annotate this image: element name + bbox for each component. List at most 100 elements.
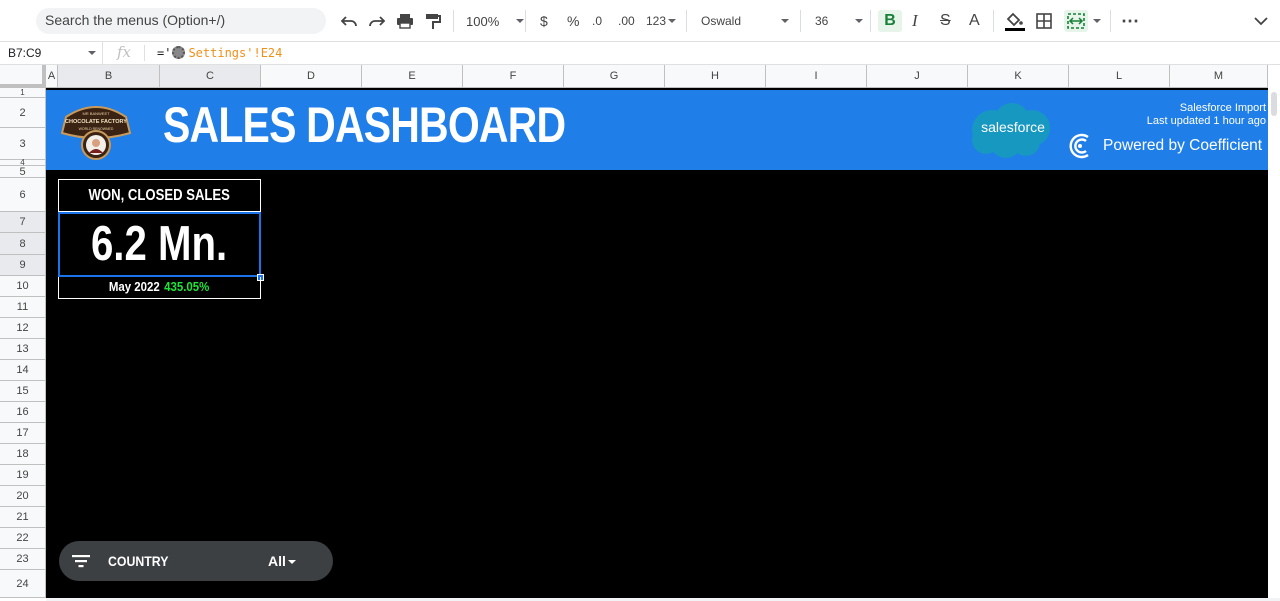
search-menus-input[interactable]: Search the menus (Option+/)	[36, 8, 326, 34]
kpi-value-cell[interactable]: 6.2 Mn.	[58, 212, 261, 277]
toolbar: Search the menus (Option+/) 100% $ % .0 …	[0, 0, 1280, 41]
column-header-e[interactable]: E	[362, 65, 463, 88]
column-header-k[interactable]: K	[968, 65, 1069, 88]
chevron-down-icon	[88, 51, 96, 55]
svg-text:MR BANWEEТ: MR BANWEEТ	[82, 111, 110, 116]
font-size-value: 36	[815, 14, 829, 28]
redo-icon[interactable]	[368, 10, 386, 32]
last-updated-label: Last updated 1 hour ago	[1146, 115, 1266, 127]
filter-value: All	[268, 553, 286, 569]
paint-format-icon[interactable]	[425, 10, 441, 32]
increase-decimal-button[interactable]: .00	[618, 10, 635, 32]
salesforce-logo: salesforce	[972, 103, 1050, 158]
row-header-19[interactable]: 19	[0, 465, 46, 486]
won-closed-sales-card: WON, CLOSED SALES 6.2 Mn. May 2022 435.05…	[58, 179, 264, 299]
row-header-2[interactable]: 2	[0, 98, 46, 128]
kpi-period: May 2022	[109, 279, 161, 294]
row-header-22[interactable]: 22	[0, 528, 46, 549]
row-header-1[interactable]: 1	[0, 88, 46, 98]
kpi-footer: May 2022 435.05%	[58, 277, 261, 299]
row-header-20[interactable]: 20	[0, 486, 46, 507]
formula-prefix: ='	[157, 46, 172, 60]
row-header-16[interactable]: 16	[0, 402, 46, 423]
column-header-i[interactable]: I	[766, 65, 867, 88]
chevron-down-icon	[288, 560, 296, 564]
column-header-f[interactable]: F	[463, 65, 564, 88]
number-format-select[interactable]: 123	[646, 10, 677, 32]
currency-format-button[interactable]: $	[540, 10, 548, 32]
row-header-15[interactable]: 15	[0, 381, 46, 402]
row-header-24[interactable]: 24	[0, 570, 46, 598]
column-header-j[interactable]: J	[867, 65, 968, 88]
formula-input[interactable]: =' Settings'!E24	[157, 46, 282, 60]
number-format-label: 123	[646, 14, 667, 28]
row-header-12[interactable]: 12	[0, 318, 46, 339]
font-family-select[interactable]: Oswald	[701, 10, 790, 32]
more-options-button[interactable]: ⋯	[1121, 10, 1139, 32]
vertical-scrollbar[interactable]	[1268, 88, 1280, 598]
filter-icon	[72, 555, 90, 568]
row-header-23[interactable]: 23	[0, 549, 46, 570]
decrease-decimal-button[interactable]: .0	[592, 10, 602, 32]
row-header-5[interactable]: 5	[0, 166, 46, 178]
dashboard-title: SALES DASHBOARD	[163, 97, 566, 153]
zoom-select[interactable]: 100%	[466, 10, 525, 32]
import-info: Salesforce Import Last updated 1 hour ag…	[1147, 102, 1266, 128]
chevron-down-icon	[781, 19, 790, 23]
column-header-h[interactable]: H	[665, 65, 766, 88]
row-header-13[interactable]: 13	[0, 339, 46, 360]
chevron-down-icon	[1093, 19, 1101, 23]
print-icon[interactable]	[396, 10, 414, 32]
row-header-7[interactable]: 7	[0, 212, 46, 233]
row-header-10[interactable]: 10	[0, 276, 46, 297]
name-box[interactable]: B7:C9	[0, 42, 103, 64]
header-banner: MR BANWEEТ CHOCOLATE FACTORY WORLD RENOW…	[46, 90, 1268, 170]
column-header-g[interactable]: G	[564, 65, 665, 88]
formula-bar: B7:C9 fx =' Settings'!E24	[0, 41, 1280, 65]
row-header-17[interactable]: 17	[0, 423, 46, 444]
paint-bucket-icon	[1005, 12, 1025, 31]
merge-options-dropdown[interactable]	[1093, 10, 1101, 32]
chevron-down-icon	[668, 19, 677, 23]
select-all-corner[interactable]	[0, 65, 46, 88]
fill-color-button[interactable]	[1004, 10, 1026, 32]
zoom-value: 100%	[466, 13, 500, 29]
gear-icon	[172, 46, 186, 59]
row-header-9[interactable]: 9	[0, 255, 46, 276]
italic-button[interactable]: I	[912, 10, 918, 32]
chevron-down-icon	[516, 19, 525, 23]
decrease-decimal-label: .0	[592, 14, 603, 28]
row-header-11[interactable]: 11	[0, 297, 46, 318]
kpi-title-text: WON, CLOSED SALES	[88, 187, 231, 204]
row-header-14[interactable]: 14	[0, 360, 46, 381]
text-color-button[interactable]: A	[969, 10, 980, 32]
svg-text:CHOCOLATE FACTORY: CHOCOLATE FACTORY	[65, 119, 127, 125]
column-header-l[interactable]: L	[1069, 65, 1170, 88]
strikethrough-button[interactable]: S	[940, 10, 951, 32]
merge-cells-icon[interactable]	[1064, 10, 1088, 32]
undo-icon[interactable]	[340, 10, 358, 32]
import-label: Salesforce Import	[1179, 102, 1266, 114]
column-header-m[interactable]: M	[1170, 65, 1268, 88]
column-header-a[interactable]: A	[46, 65, 58, 88]
percent-format-button[interactable]: %	[567, 10, 579, 32]
kpi-change: 435.05%	[164, 279, 210, 294]
country-filter-chip[interactable]: COUNTRY All	[59, 541, 333, 581]
scrollbar-thumb[interactable]	[1271, 92, 1277, 116]
filter-label: COUNTRY	[108, 553, 169, 569]
dashboard-sheet: MR BANWEEТ CHOCOLATE FACTORY WORLD RENOW…	[46, 88, 1268, 598]
row-header-8[interactable]: 8	[0, 233, 46, 255]
column-header-c[interactable]: C	[160, 65, 261, 88]
column-header-d[interactable]: D	[261, 65, 362, 88]
column-header-b[interactable]: B	[58, 65, 160, 88]
row-header-3[interactable]: 3	[0, 128, 46, 160]
font-size-select[interactable]: 36	[815, 10, 864, 32]
font-family-value: Oswald	[701, 14, 742, 28]
row-header-18[interactable]: 18	[0, 444, 46, 465]
collapse-toolbar-icon[interactable]	[1254, 10, 1268, 32]
powered-by-label: Powered by Coefficient	[1103, 137, 1263, 154]
row-header-21[interactable]: 21	[0, 507, 46, 528]
borders-icon[interactable]	[1036, 10, 1052, 32]
row-header-6[interactable]: 6	[0, 178, 46, 212]
bold-button[interactable]: B	[878, 10, 902, 32]
